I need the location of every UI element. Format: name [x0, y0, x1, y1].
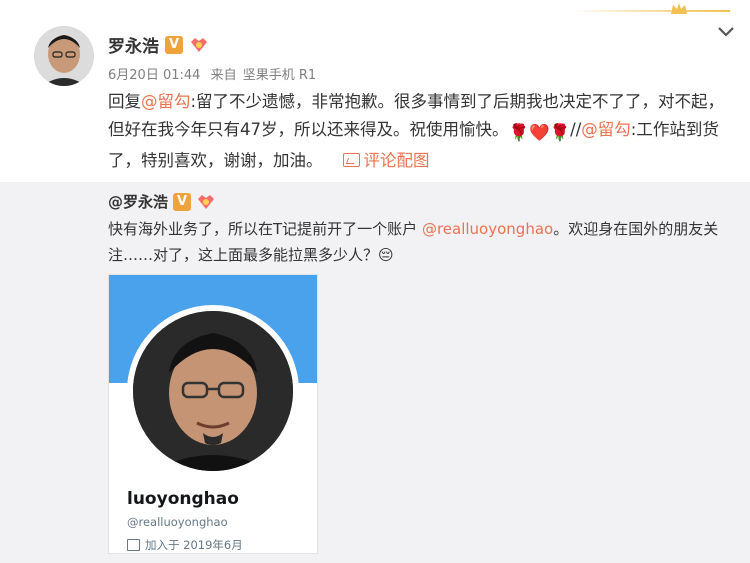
verified-badge: V — [173, 192, 192, 211]
source-prefix: 来自 — [210, 68, 237, 83]
emoji-rose-heart: 🌹❤️🌹 — [508, 123, 571, 142]
image-comment-link[interactable]: 评论配图 — [342, 151, 430, 170]
image-comment-label: 评论配图 — [363, 151, 430, 170]
calendar-icon — [127, 539, 140, 551]
mention-link-2[interactable]: @留勾 — [581, 120, 631, 139]
reply-prefix: 回复 — [108, 92, 141, 111]
avatar-photo — [34, 26, 94, 86]
vip-icon — [198, 194, 215, 209]
post-meta: 6月20日 01:44 来自 坚果手机 R1 — [108, 64, 316, 83]
card-avatar-photo — [133, 311, 293, 471]
repost-mention[interactable]: @realluoyonghao — [422, 220, 553, 238]
profile-card-image[interactable]: luoyonghao @realluoyonghao 加入于 2019年6月 — [108, 274, 318, 554]
repost-text: 快有海外业务了，所以在T记提前开了一个账户 @realluoyonghao。欢迎… — [108, 216, 728, 268]
repost-author-row: @罗永浩 V — [108, 191, 216, 212]
repost-separator: // — [570, 120, 582, 139]
repost-author[interactable]: @罗永浩 — [108, 191, 168, 212]
mention-link[interactable]: @留勾 — [141, 92, 191, 111]
image-icon — [342, 153, 360, 167]
card-avatar — [133, 311, 293, 471]
card-avatar-frame — [127, 305, 299, 477]
post-body: 回复@留勾:留了不少遗憾，非常抱歉。很多事情到了后期我也决定不了了，对不起，但好… — [108, 88, 738, 175]
post-date[interactable]: 6月20日 01:44 — [108, 68, 200, 83]
chevron-down-icon[interactable] — [716, 24, 736, 38]
emoji-pensive: 😔 — [378, 246, 394, 264]
card-display-name: luoyonghao — [127, 489, 239, 509]
author-name[interactable]: 罗永浩 — [108, 32, 159, 57]
card-handle: @realluoyonghao — [127, 515, 228, 529]
repost-container: @罗永浩 V 快有海外业务了，所以在T记提前开了一个账户 @realluoyon… — [0, 182, 750, 563]
verified-badge: V — [165, 35, 183, 54]
header-decoration — [570, 10, 730, 12]
author-row: 罗永浩 V — [108, 32, 209, 57]
post-source[interactable]: 坚果手机 R1 — [243, 68, 316, 83]
card-joined-row: 加入于 2019年6月 — [127, 537, 243, 553]
card-joined-date: 加入于 2019年6月 — [145, 538, 243, 552]
avatar[interactable] — [34, 26, 94, 86]
crown-icon — [671, 3, 687, 14]
vip-icon — [191, 37, 207, 52]
repost-text-part1: 快有海外业务了，所以在T记提前开了一个账户 — [108, 220, 418, 238]
